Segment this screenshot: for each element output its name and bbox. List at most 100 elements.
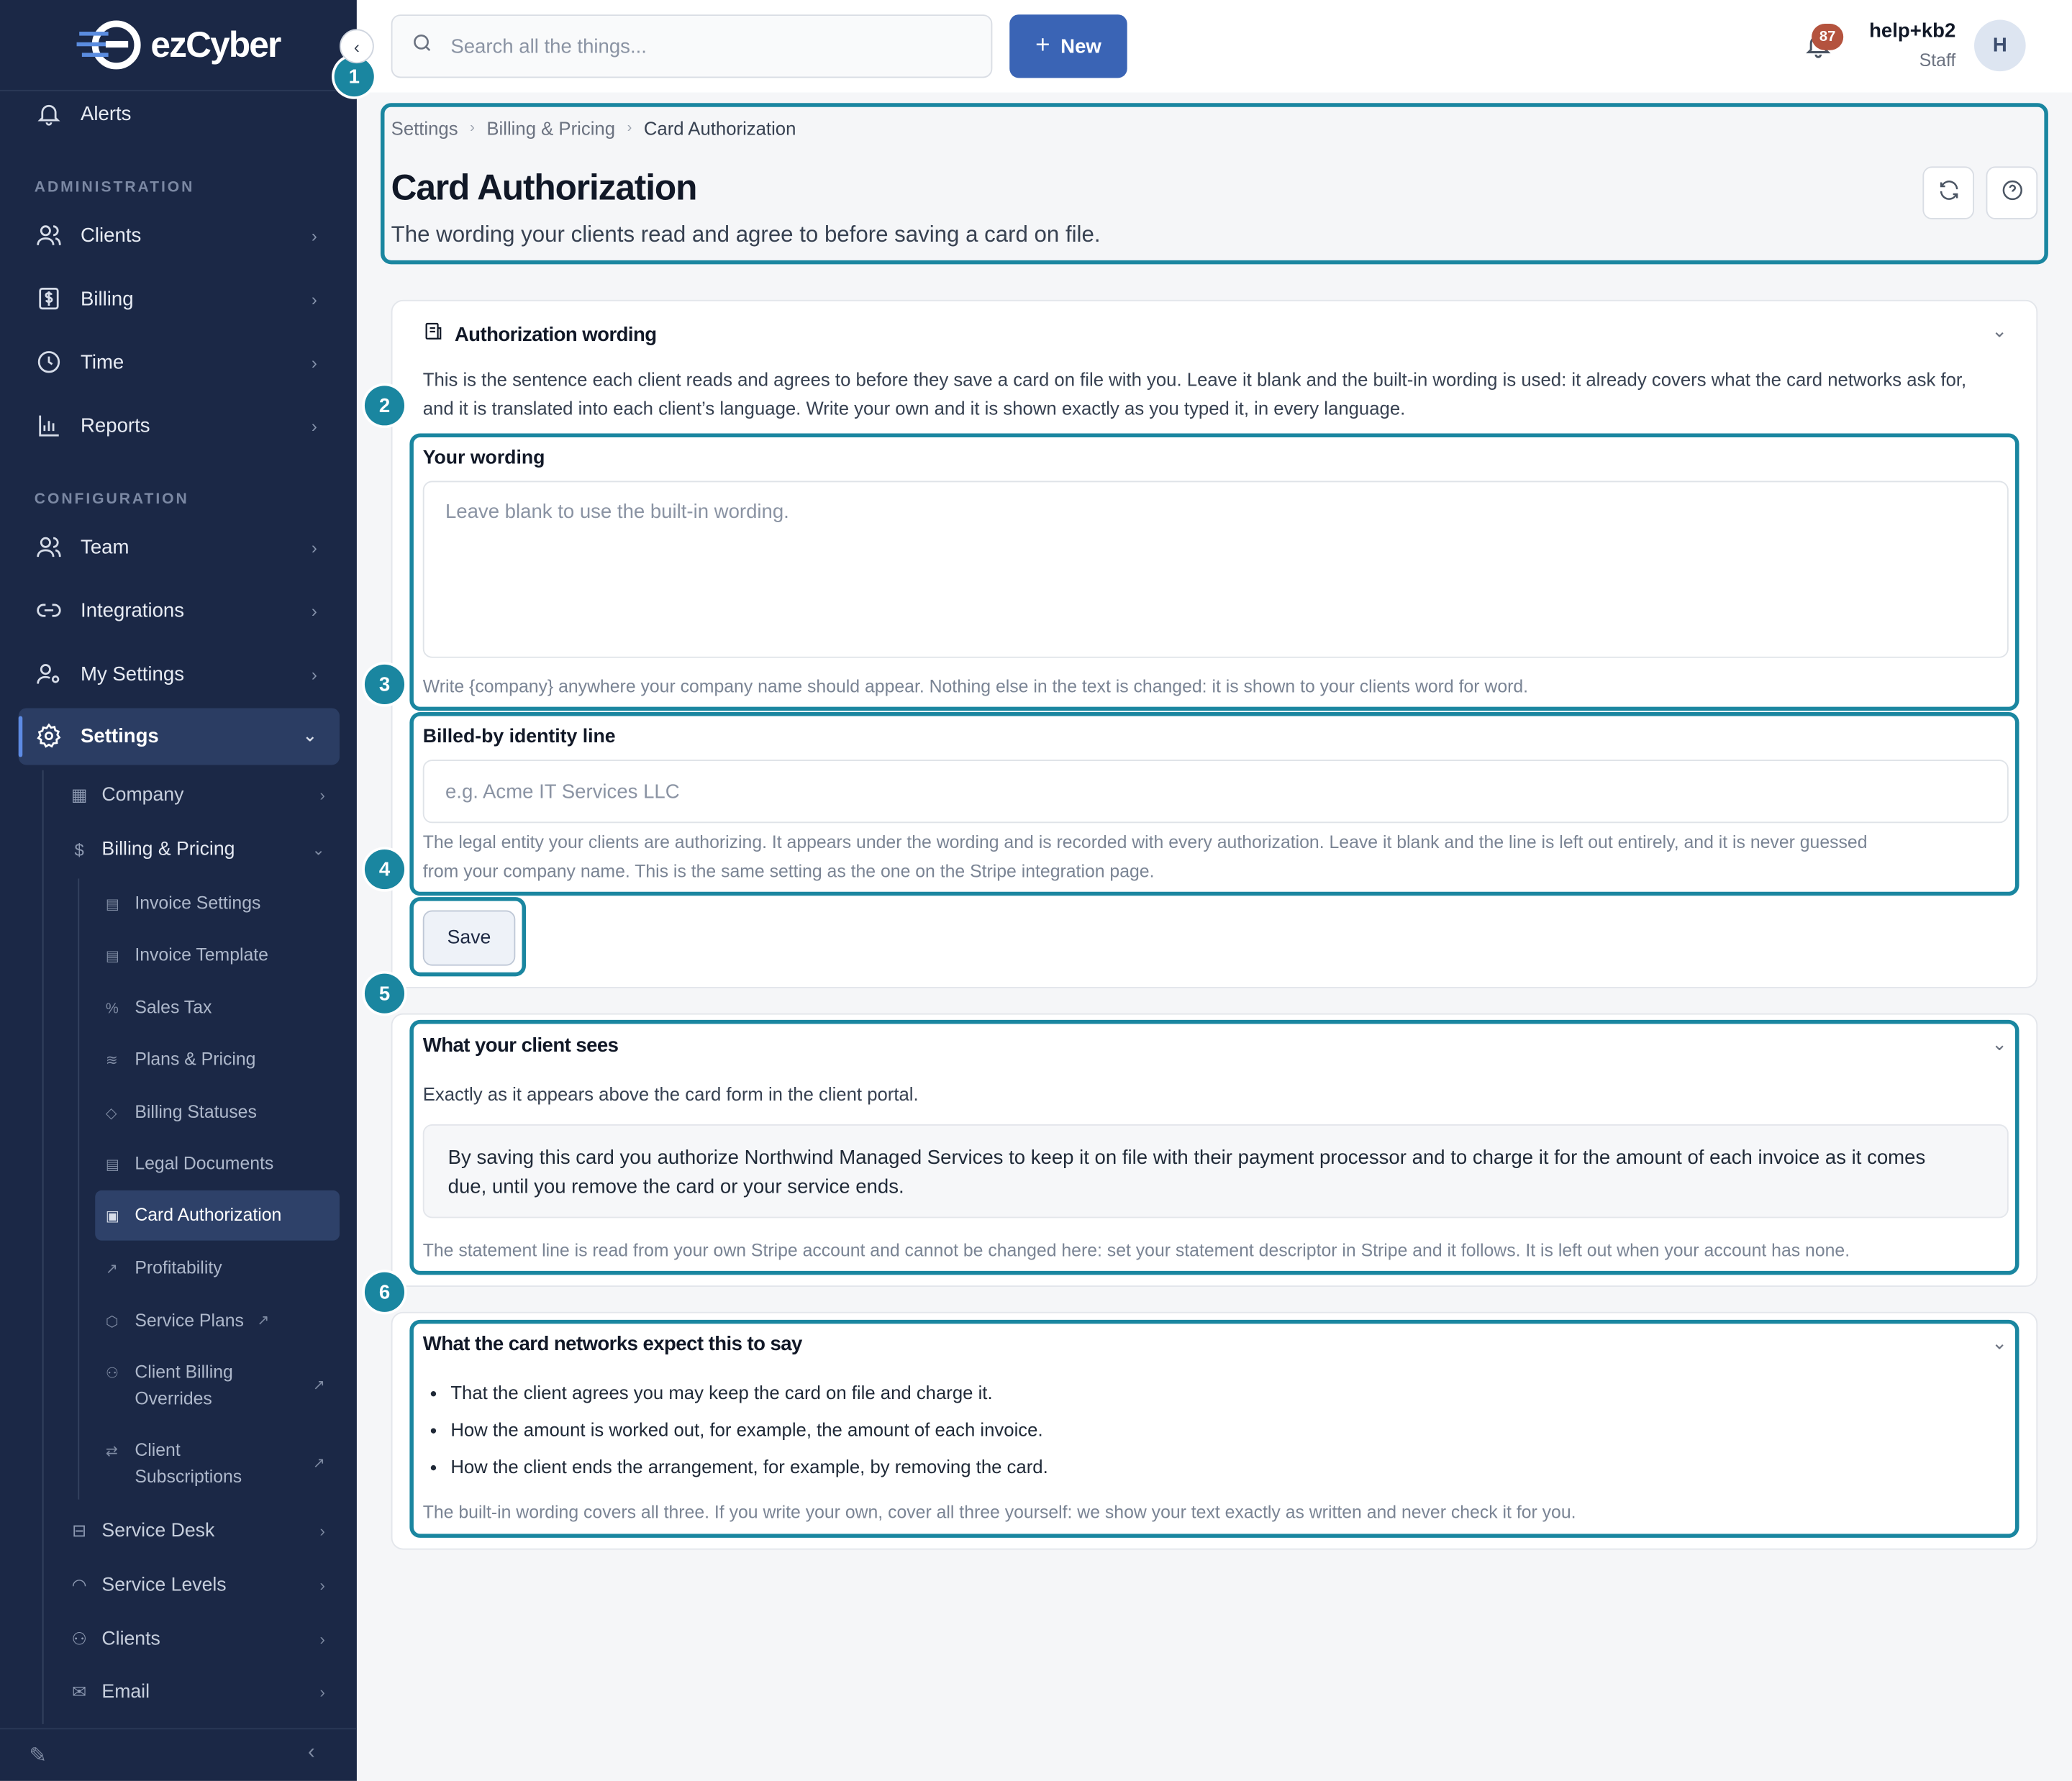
refresh-button[interactable]	[1922, 166, 1975, 219]
subnav-company[interactable]: ▦ Company ›	[69, 773, 333, 817]
help-button[interactable]	[1986, 166, 2038, 219]
subnav-card-authorization[interactable]: ▣ Card Authorization	[106, 1202, 330, 1230]
nav-time[interactable]: Time ›	[35, 338, 328, 386]
card-intro-line-1: This is the sentence each client reads a…	[422, 368, 1967, 390]
receipt-icon: ▣	[105, 1208, 120, 1225]
document-icon: ▤	[105, 897, 120, 914]
chevron-right-icon: ›	[311, 663, 317, 684]
subnav-legal-documents[interactable]: ▤ Legal Documents	[106, 1151, 330, 1179]
subnav-service-plans[interactable]: ⬡ Service Plans ↗	[106, 1308, 330, 1336]
breadcrumb-settings[interactable]: Settings	[391, 117, 458, 138]
user-name[interactable]: help+kb2	[1837, 20, 1955, 42]
client-preview-card: What your client sees ⌄ Exactly as it ap…	[391, 1013, 2038, 1287]
your-wording-label: Your wording	[422, 447, 545, 470]
collapse-sidebar-icon[interactable]: ‹	[308, 1741, 315, 1765]
subnav-profitability[interactable]: ↗ Profitability	[106, 1255, 330, 1283]
nav-clients[interactable]: Clients ›	[35, 211, 328, 259]
app-logo[interactable]: ezCyber	[76, 16, 281, 74]
sidebar: ezCyber Alerts ADMINISTRATION Clients › …	[0, 0, 357, 1781]
nav-billing[interactable]: Billing ›	[35, 275, 328, 322]
nav-reports[interactable]: Reports ›	[35, 401, 328, 449]
chevron-right-icon: ›	[311, 288, 317, 309]
chevron-down-icon[interactable]: ⌄	[1991, 1033, 2007, 1055]
subnav-billing-statuses[interactable]: ◇ Billing Statuses	[106, 1099, 330, 1127]
chevron-right-icon: ›	[470, 120, 475, 137]
chevron-down-icon[interactable]: ⌄	[1991, 319, 2007, 342]
save-button[interactable]: Save	[422, 910, 516, 966]
requirements-list: That the client agrees you may keep the …	[450, 1374, 1048, 1485]
subnav-label: Card Authorization	[135, 1205, 282, 1225]
networks-footnote: The built-in wording covers all three. I…	[422, 1502, 1576, 1522]
tag-icon: ◇	[105, 1106, 117, 1122]
logo-mark-icon	[76, 19, 146, 71]
nav-team[interactable]: Team ›	[35, 523, 328, 570]
subnav-label: Legal Documents	[135, 1153, 274, 1173]
subnav-clients[interactable]: ⚇ Clients ›	[69, 1617, 333, 1662]
card-header[interactable]: What your client sees	[423, 1034, 619, 1057]
subnav-invoice-template[interactable]: ▤ Invoice Template	[106, 942, 330, 970]
avatar[interactable]: H	[1974, 19, 2026, 72]
subnav-invoice-settings[interactable]: ▤ Invoice Settings	[106, 890, 330, 919]
card-title: What your client sees	[422, 1034, 619, 1057]
chevron-right-icon: ›	[311, 225, 317, 245]
subnav-label: Service Levels	[101, 1575, 227, 1596]
nav-label: Billing	[81, 287, 134, 310]
subnav-label: Profitability	[135, 1257, 222, 1278]
chevron-down-icon: ⌄	[312, 840, 325, 859]
subnav-service-levels[interactable]: ◠ Service Levels ›	[69, 1563, 333, 1608]
tree-line	[78, 878, 80, 1500]
billed-by-hint-line-1: The legal entity your clients are author…	[422, 832, 1868, 852]
trend-icon: ↗	[105, 1262, 118, 1278]
logo-suffix: Cyber	[186, 24, 281, 65]
breadcrumb-billing-pricing[interactable]: Billing & Pricing	[486, 117, 615, 138]
nav-integrations[interactable]: Integrations ›	[35, 586, 328, 634]
subnav-client-billing-overrides[interactable]: ⚇ Client Billing Overrides ↗	[106, 1359, 330, 1412]
new-button[interactable]: + New	[1009, 14, 1127, 78]
section-title-configuration: CONFIGURATION	[34, 491, 189, 508]
card-title: What the card networks expect this to sa…	[422, 1333, 803, 1356]
annotation-marker-2: 2	[364, 386, 405, 426]
page-subtitle: The wording your clients read and agree …	[391, 222, 1101, 247]
subnav-plans-pricing[interactable]: ≋ Plans & Pricing	[106, 1047, 330, 1075]
subnav-sales-tax[interactable]: % Sales Tax	[106, 995, 330, 1023]
external-link-icon: ↗	[312, 1456, 325, 1472]
subnav-label: Clients	[101, 1629, 160, 1651]
chevron-down-icon[interactable]: ⌄	[1991, 1331, 2007, 1354]
subnav-billing-pricing[interactable]: $ Billing & Pricing ⌄	[69, 827, 333, 872]
your-wording-hint: Write {company} anywhere your company na…	[422, 676, 1529, 696]
your-wording-textarea[interactable]	[422, 480, 2009, 658]
sidebar-toggle-button[interactable]: ‹	[340, 29, 374, 64]
gauge-icon: ◠	[71, 1575, 87, 1595]
pencil-icon[interactable]: ✎	[29, 1743, 47, 1769]
top-bar: + New 87 help+kb2 Staff H	[356, 0, 2072, 93]
subnav-label: Billing & Pricing	[101, 839, 235, 860]
building-icon: ▦	[71, 784, 88, 805]
subnav-label: Client Subscriptions	[135, 1440, 242, 1487]
user-role: Staff	[1919, 50, 1956, 70]
subnav-label: Sales Tax	[135, 997, 212, 1018]
card-title: Authorization wording	[454, 323, 657, 346]
subnav-label: Email	[101, 1682, 150, 1703]
card-intro-line-2: and it is translated into each client’s …	[422, 397, 1406, 419]
nav-settings[interactable]: Settings ⌄	[35, 712, 328, 760]
authorization-preview: By saving this card you authorize Northw…	[422, 1124, 2009, 1219]
subnav-client-subscriptions[interactable]: ⇄ Client Subscriptions ↗	[106, 1437, 330, 1490]
search-icon	[411, 32, 433, 60]
ticket-icon: ⊟	[72, 1521, 87, 1541]
nav-label: Time	[81, 350, 124, 373]
billed-by-input[interactable]	[422, 760, 2009, 824]
nav-alerts[interactable]: Alerts	[35, 90, 328, 137]
search-input[interactable]	[450, 35, 953, 58]
card-header[interactable]: Authorization wording	[423, 321, 657, 347]
chevron-down-icon: ⌄	[302, 725, 317, 745]
users-icon: ⚇	[105, 1366, 119, 1383]
page-title: Card Authorization	[391, 168, 698, 208]
annotation-marker-4: 4	[364, 849, 405, 890]
nav-my-settings[interactable]: My Settings ›	[35, 650, 328, 698]
help-circle-icon	[2000, 178, 2024, 208]
search-box[interactable]	[391, 14, 993, 78]
card-header[interactable]: What the card networks expect this to sa…	[422, 1333, 803, 1356]
list-item: How the client ends the arrangement, for…	[450, 1448, 1048, 1485]
subnav-email[interactable]: ✉ Email ›	[69, 1670, 333, 1715]
subnav-service-desk[interactable]: ⊟ Service Desk ›	[69, 1509, 333, 1554]
